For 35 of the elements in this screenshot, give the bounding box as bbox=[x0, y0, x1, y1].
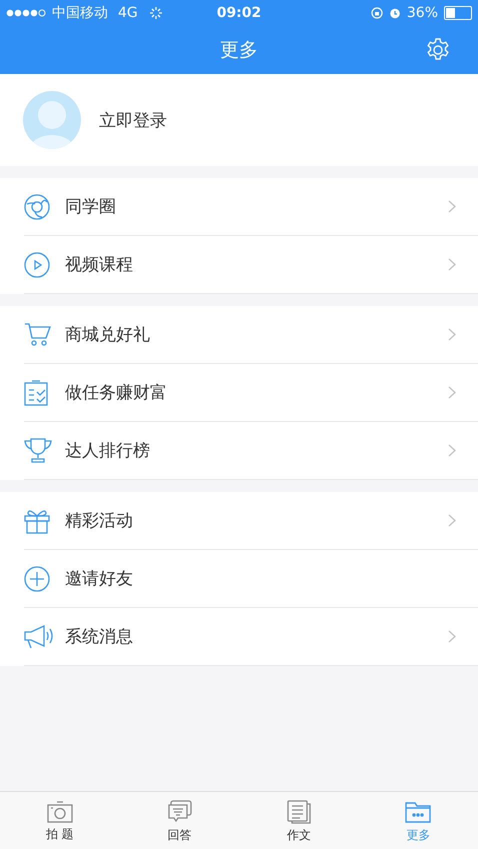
play-icon bbox=[24, 252, 50, 278]
battery-icon bbox=[444, 6, 472, 20]
carrier-name: 中国移动 bbox=[52, 4, 108, 22]
tab-item[interactable]: 拍 题 bbox=[0, 792, 120, 849]
plus-icon bbox=[24, 566, 50, 592]
settings-icon[interactable] bbox=[426, 38, 450, 62]
loading-icon bbox=[150, 7, 162, 19]
signal-icon bbox=[6, 9, 46, 17]
menu-item[interactable]: 达人排行榜 bbox=[24, 422, 478, 480]
menu-item[interactable]: 系统消息 bbox=[24, 608, 478, 666]
login-link[interactable]: 立即登录 bbox=[99, 108, 167, 132]
tab-item[interactable]: 作文 bbox=[239, 792, 358, 849]
rotation-lock-icon bbox=[370, 7, 383, 19]
trophy-icon bbox=[24, 438, 52, 464]
cart-icon bbox=[24, 322, 52, 348]
menu-item[interactable]: 精彩活动 bbox=[24, 492, 478, 550]
page-title: 更多 bbox=[220, 38, 258, 63]
alarm-icon bbox=[388, 7, 401, 19]
checklist-icon bbox=[24, 380, 48, 406]
circle-icon bbox=[24, 194, 50, 220]
menu-item[interactable]: 同学圈 bbox=[24, 178, 478, 236]
document-icon bbox=[286, 800, 311, 824]
chat-icon bbox=[166, 800, 192, 824]
battery-percent: 36% bbox=[406, 5, 438, 21]
menu-item[interactable]: 商城兑好礼 bbox=[24, 306, 478, 364]
menu-item[interactable]: 邀请好友 bbox=[24, 550, 478, 608]
status-time: 09:02 bbox=[216, 5, 262, 21]
tab-item[interactable]: 回答 bbox=[120, 792, 239, 849]
menu-item[interactable]: 做任务赚财富 bbox=[24, 364, 478, 422]
menu-item[interactable]: 视频课程 bbox=[24, 236, 478, 294]
camera-icon bbox=[46, 800, 73, 822]
gift-icon bbox=[24, 508, 50, 534]
folder-icon bbox=[405, 800, 432, 824]
network-type: 4G bbox=[118, 5, 138, 21]
megaphone-icon bbox=[24, 624, 54, 650]
